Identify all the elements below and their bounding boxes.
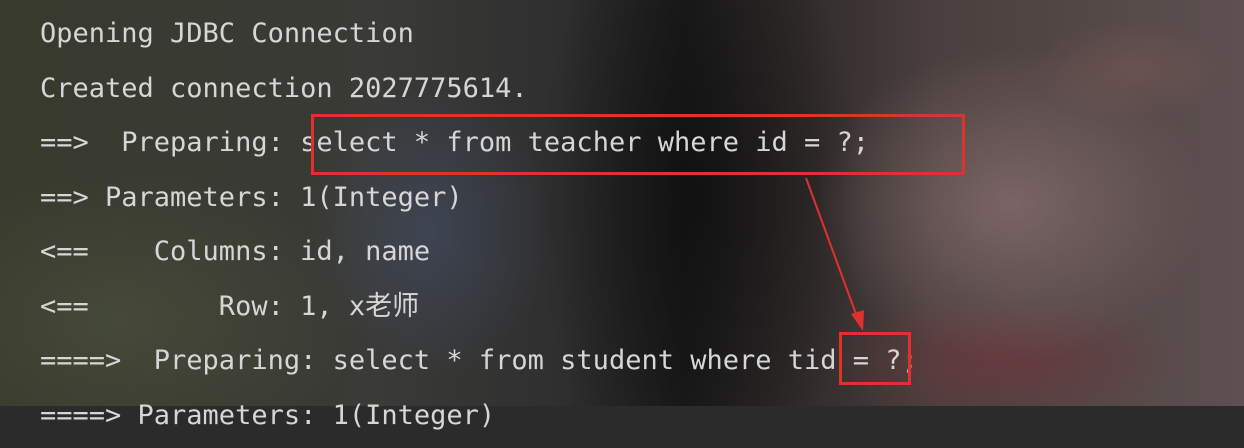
- arrow-annotation: [0, 0, 1244, 406]
- arrow-line: [806, 178, 856, 314]
- arrow-head: [851, 310, 864, 331]
- console-window: { "console": { "lines": [ {"text": "Open…: [0, 0, 1244, 406]
